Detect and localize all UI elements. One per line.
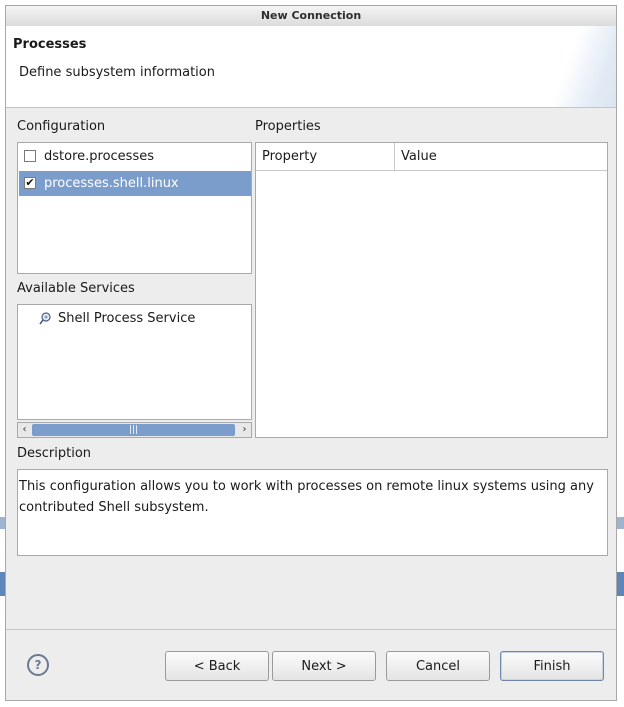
config-item-processes-shell-linux[interactable]: ✔ processes.shell.linux bbox=[19, 171, 251, 196]
window-title: New Connection bbox=[6, 6, 616, 27]
cancel-button[interactable]: Cancel bbox=[386, 651, 490, 681]
checkbox-checked[interactable]: ✔ bbox=[24, 177, 36, 189]
page-description: Define subsystem information bbox=[19, 65, 215, 80]
back-button[interactable]: < Back bbox=[165, 651, 269, 681]
column-header-property[interactable]: Property bbox=[256, 143, 395, 171]
banner-graphic bbox=[536, 26, 616, 107]
column-header-value[interactable]: Value bbox=[395, 143, 607, 171]
configuration-list[interactable]: dstore.processes ✔ processes.shell.linux bbox=[17, 142, 252, 274]
scroll-right-icon[interactable]: › bbox=[238, 423, 251, 437]
service-item-shell-process[interactable]: Shell Process Service bbox=[58, 311, 195, 326]
description-box: This configuration allows you to work wi… bbox=[17, 469, 608, 556]
separator bbox=[6, 629, 616, 630]
config-item-label: dstore.processes bbox=[44, 149, 154, 164]
properties-table[interactable]: Property Value bbox=[255, 142, 608, 438]
scroll-left-icon[interactable]: ‹ bbox=[18, 423, 31, 437]
finish-button[interactable]: Finish bbox=[500, 651, 604, 681]
help-icon[interactable]: ? bbox=[27, 654, 49, 676]
scrollbar-thumb[interactable]: ||| bbox=[32, 424, 235, 436]
shell-service-icon bbox=[39, 312, 51, 325]
config-item-dstore-processes[interactable]: dstore.processes bbox=[19, 144, 251, 169]
config-item-label: processes.shell.linux bbox=[44, 176, 179, 191]
available-services-label: Available Services bbox=[17, 281, 135, 296]
configuration-label: Configuration bbox=[17, 119, 106, 134]
new-connection-dialog: New Connection Processes Define subsyste… bbox=[5, 5, 617, 701]
services-horizontal-scrollbar[interactable]: ‹ ||| › bbox=[17, 422, 252, 438]
properties-label: Properties bbox=[255, 119, 321, 134]
description-text: This configuration allows you to work wi… bbox=[19, 479, 594, 515]
description-label: Description bbox=[17, 446, 92, 461]
services-list[interactable]: Shell Process Service bbox=[17, 304, 252, 420]
checkbox-unchecked[interactable] bbox=[24, 150, 36, 162]
next-button[interactable]: Next > bbox=[272, 651, 376, 681]
page-title: Processes bbox=[13, 37, 87, 52]
wizard-banner: Processes Define subsystem information bbox=[6, 26, 616, 108]
